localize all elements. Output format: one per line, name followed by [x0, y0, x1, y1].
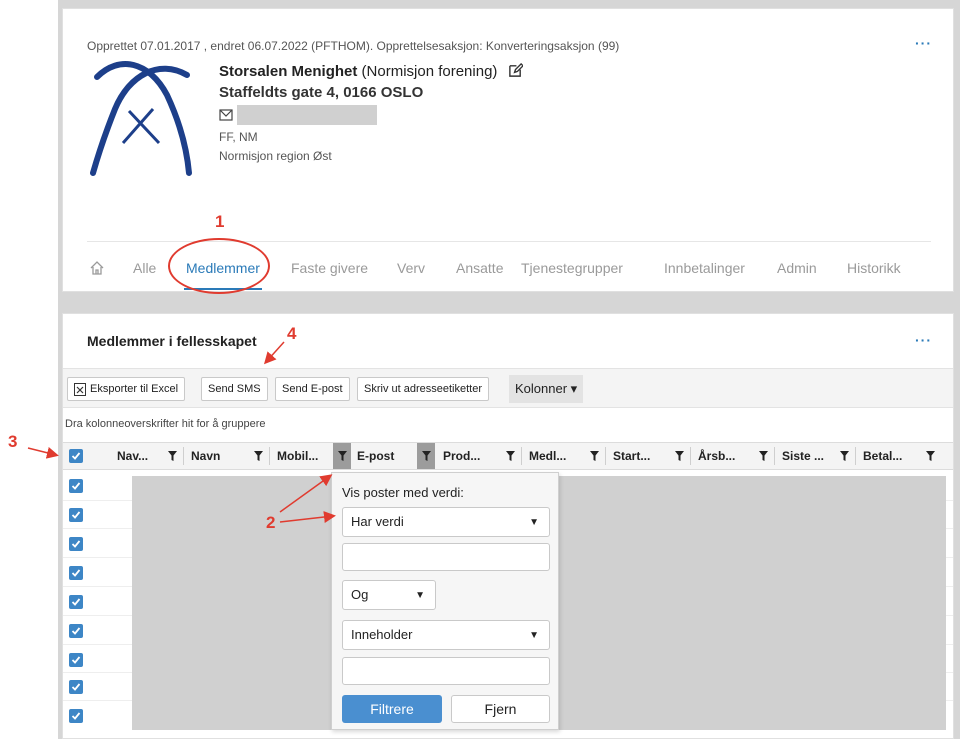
col-nav-label: Nav... [117, 449, 149, 463]
filter-icon[interactable] [670, 443, 688, 469]
annotation-3: 3 [8, 432, 18, 451]
col-epost[interactable]: E-post [351, 443, 415, 469]
row-checkbox[interactable] [69, 709, 83, 723]
filter-icon-active[interactable] [333, 443, 351, 469]
grid-header: Nav... Navn Mobil... E-post Prod... Medl… [63, 442, 953, 470]
row-checkbox[interactable] [69, 566, 83, 580]
select-all-checkbox[interactable] [69, 449, 83, 463]
filter-operator-2-value: Inneholder [351, 627, 413, 642]
filter-operator-1[interactable]: Har verdi ▼ [342, 507, 550, 537]
columns-dropdown[interactable]: Kolonner ▾ [509, 375, 584, 403]
col-mobil[interactable]: Mobil... [271, 443, 333, 469]
org-more-button[interactable]: ··· [915, 35, 932, 51]
row-checkbox[interactable] [69, 537, 83, 551]
send-sms-button[interactable]: Send SMS [201, 377, 268, 401]
filter-operator-1-value: Har verdi [351, 514, 404, 529]
filter-clear-button[interactable]: Fjern [451, 695, 550, 723]
tab-alle[interactable]: Alle [133, 260, 156, 276]
send-email-button[interactable]: Send E-post [275, 377, 350, 401]
org-address: Staffeldts gate 4, 0166 OSLO [219, 84, 424, 101]
org-email-row [219, 105, 523, 125]
tab-verv[interactable]: Verv [397, 260, 425, 276]
section-title: Medlemmer i fellesskapet [87, 333, 257, 349]
row-checkbox[interactable] [69, 624, 83, 638]
print-labels-button[interactable]: Skriv ut adresseetiketter [357, 377, 489, 401]
chevron-down-icon: ▼ [415, 590, 425, 601]
filter-logic[interactable]: Og ▼ [342, 580, 436, 610]
row-checkbox[interactable] [69, 508, 83, 522]
chevron-down-icon: ▼ [529, 630, 539, 641]
annotation-2: 2 [266, 513, 276, 532]
tab-faste-givere[interactable]: Faste givere [291, 260, 368, 276]
annotation-4: 4 [287, 324, 297, 343]
redacted-email [237, 105, 377, 125]
filter-icon[interactable] [754, 443, 772, 469]
col-medl-label: Medl... [529, 449, 567, 463]
filter-icon[interactable] [921, 443, 939, 469]
check-icon [71, 452, 81, 460]
export-excel-label: Eksporter til Excel [90, 383, 179, 395]
filter-icon[interactable] [501, 443, 519, 469]
tab-tjenestegrupper[interactable]: Tjenestegrupper [521, 260, 623, 276]
edit-icon[interactable] [508, 62, 524, 78]
column-filter-popup: Vis poster med verdi: Har verdi ▼ Og ▼ I… [331, 472, 559, 730]
row-checkbox[interactable] [69, 479, 83, 493]
filter-operator-2[interactable]: Inneholder ▼ [342, 620, 550, 650]
annotation-ellipse [168, 238, 270, 294]
org-type: (Normisjon forening) [361, 63, 498, 80]
filter-label: Vis poster med verdi: [342, 485, 464, 500]
grid-toolbar: Eksporter til Excel Send SMS Send E-post… [63, 368, 953, 408]
col-arsb-label: Årsb... [698, 449, 736, 463]
tab-innbetalinger[interactable]: Innbetalinger [664, 260, 745, 276]
excel-icon [74, 383, 86, 396]
org-info: Storsalen Menighet (Normisjon forening) … [219, 62, 524, 163]
tab-ansatte[interactable]: Ansatte [456, 260, 503, 276]
filter-icon[interactable] [835, 443, 853, 469]
filter-value-1[interactable] [342, 543, 550, 571]
col-betal-label: Betal... [863, 449, 903, 463]
section-more-button[interactable]: ··· [915, 332, 932, 348]
col-epost-label: E-post [357, 449, 395, 463]
filter-value-2[interactable] [342, 657, 550, 685]
col-siste-label: Siste ... [782, 449, 825, 463]
filter-icon-active[interactable] [417, 443, 435, 469]
group-hint: Dra kolonneoverskrifter hit for å gruppe… [65, 418, 266, 430]
col-start-label: Start... [613, 449, 651, 463]
chevron-down-icon: ▼ [529, 517, 539, 528]
col-navn-label: Navn [191, 449, 221, 463]
org-name: Storsalen Menighet [219, 63, 358, 80]
col-prod-label: Prod... [443, 449, 481, 463]
filter-logic-value: Og [351, 587, 369, 602]
row-checkbox[interactable] [69, 680, 83, 694]
export-excel-button[interactable]: Eksporter til Excel [67, 377, 186, 401]
filter-icon[interactable] [249, 443, 267, 469]
org-title: Storsalen Menighet (Normisjon forening) [219, 62, 524, 80]
org-logo [90, 61, 192, 176]
row-checkbox[interactable] [69, 653, 83, 667]
home-icon[interactable] [89, 260, 105, 276]
filter-apply-button[interactable]: Filtrere [342, 695, 442, 723]
filter-icon[interactable] [585, 443, 603, 469]
org-region: Normisjon region Øst [219, 149, 332, 163]
org-tags: FF, NM [219, 130, 258, 144]
org-meta: Opprettet 07.01.2017 , endret 06.07.2022… [87, 39, 620, 53]
filter-icon[interactable] [163, 443, 181, 469]
tab-historikk[interactable]: Historikk [847, 260, 901, 276]
mail-icon [219, 109, 233, 121]
col-mobil-label: Mobil... [277, 449, 319, 463]
annotation-1: 1 [215, 212, 225, 231]
row-checkbox[interactable] [69, 595, 83, 609]
members-card: Medlemmer i fellesskapet ··· Eksporter t… [62, 313, 954, 739]
tab-admin[interactable]: Admin [777, 260, 817, 276]
